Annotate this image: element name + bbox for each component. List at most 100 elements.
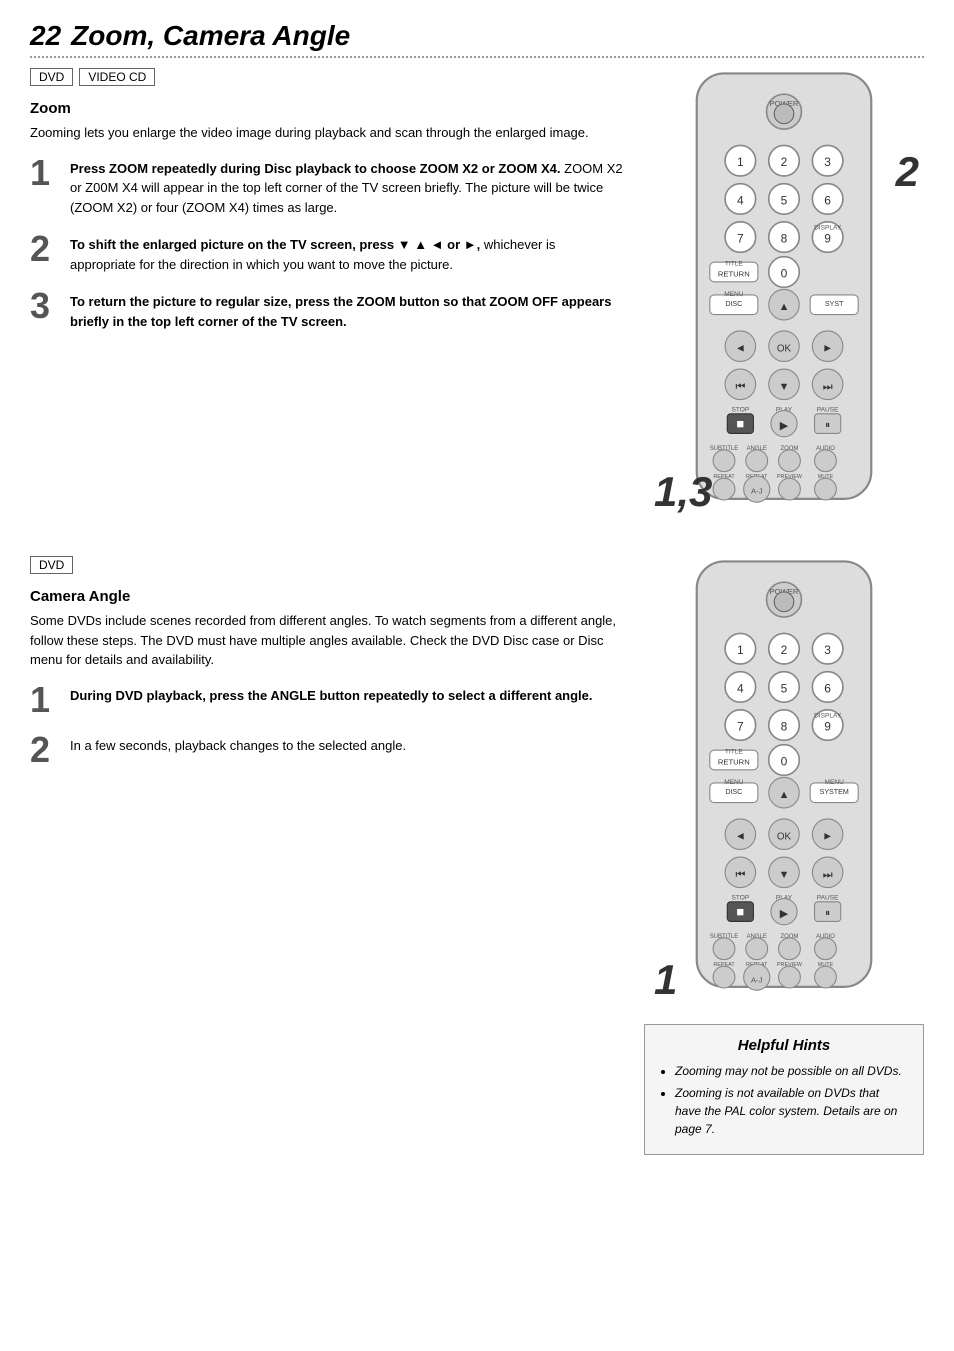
camera-title: Camera Angle [30, 588, 624, 605]
hint-item-1: Zooming may not be possible on all DVDs. [675, 1062, 907, 1080]
svg-text:5: 5 [781, 682, 788, 696]
svg-text:6: 6 [824, 682, 831, 696]
page-title: Zoom, Camera Angle [71, 20, 350, 52]
svg-text:■: ■ [736, 904, 744, 919]
camera-step-text-2: In a few seconds, playback changes to th… [70, 732, 406, 756]
svg-text:OK: OK [777, 344, 792, 355]
step-text-3: To return the picture to regular size, p… [70, 288, 624, 331]
svg-text:RETURN: RETURN [718, 269, 750, 278]
helpful-hints-title: Helpful Hints [661, 1037, 907, 1054]
zoom-remote-svg: POWER 1 2 3 4 5 6 7 8 [664, 68, 904, 526]
camera-step-num-1: 1 [30, 682, 60, 718]
svg-text:MENU: MENU [724, 291, 744, 298]
step-num-2: 2 [30, 231, 60, 267]
svg-text:►: ► [822, 831, 833, 843]
svg-text:⏸: ⏸ [825, 908, 830, 919]
svg-text:1: 1 [737, 643, 744, 657]
camera-description: Some DVDs include scenes recorded from d… [30, 611, 624, 670]
zoom-step-3: 3 To return the picture to regular size,… [30, 288, 624, 331]
svg-text:⏮: ⏮ [735, 869, 745, 881]
camera-remote-container: POWER 1 2 3 4 5 6 7 8 9 DISPLA [644, 556, 924, 1014]
svg-text:1: 1 [737, 155, 744, 169]
svg-text:MENU: MENU [825, 779, 845, 786]
svg-text:▲: ▲ [779, 301, 790, 313]
svg-text:3: 3 [824, 643, 831, 657]
svg-text:4: 4 [737, 682, 744, 696]
svg-text:⏮: ⏮ [735, 381, 745, 393]
zoom-content-left: DVD VIDEO CD Zoom Zooming lets you enlar… [30, 68, 624, 526]
svg-text:2: 2 [781, 643, 788, 657]
svg-text:DISPLAY: DISPLAY [814, 224, 842, 231]
svg-text:PAUSE: PAUSE [817, 407, 839, 414]
svg-text:TITLE: TITLE [725, 749, 743, 756]
page-number: 22 [30, 20, 61, 52]
svg-text:0: 0 [781, 266, 788, 280]
svg-text:⏭: ⏭ [823, 381, 833, 393]
camera-remote-right: POWER 1 2 3 4 5 6 7 8 9 DISPLA [644, 556, 924, 1155]
svg-text:DISPLAY: DISPLAY [814, 713, 842, 720]
camera-steps: 1 During DVD playback, press the ANGLE b… [30, 682, 624, 768]
svg-text:4: 4 [737, 193, 744, 207]
camera-content-left: DVD Camera Angle Some DVDs include scene… [30, 556, 624, 1155]
svg-text:6: 6 [824, 193, 831, 207]
svg-text:▼: ▼ [779, 869, 790, 881]
svg-text:▶: ▶ [780, 908, 789, 920]
zoom-remote-container: POWER 1 2 3 4 5 6 7 8 [644, 68, 924, 526]
zoom-description: Zooming lets you enlarge the video image… [30, 123, 624, 143]
svg-text:PAUSE: PAUSE [817, 895, 839, 902]
zoom-badges: DVD VIDEO CD [30, 68, 624, 86]
camera-step-2: 2 In a few seconds, playback changes to … [30, 732, 624, 768]
camera-badges: DVD [30, 556, 624, 574]
svg-text:⏸: ⏸ [825, 420, 830, 431]
svg-text:5: 5 [781, 193, 788, 207]
svg-text:RETURN: RETURN [718, 758, 750, 767]
svg-text:■: ■ [736, 416, 744, 431]
step-num-1: 1 [30, 155, 60, 191]
svg-text:▼: ▼ [779, 381, 790, 393]
helpful-hints-list: Zooming may not be possible on all DVDs.… [661, 1062, 907, 1138]
svg-text:3: 3 [824, 155, 831, 169]
page-header: 22 Zoom, Camera Angle [30, 20, 924, 52]
svg-text:7: 7 [737, 720, 744, 734]
zoom-step-indicator: 1,3 [654, 468, 712, 516]
svg-text:2: 2 [781, 155, 788, 169]
camera-step-1: 1 During DVD playback, press the ANGLE b… [30, 682, 624, 718]
zoom-title: Zoom [30, 100, 624, 117]
svg-text:8: 8 [781, 720, 788, 734]
dvd-badge: DVD [30, 68, 73, 86]
svg-text:▶: ▶ [780, 420, 789, 432]
svg-text:7: 7 [737, 232, 744, 246]
svg-text:9: 9 [824, 720, 831, 734]
zoom-section: DVD VIDEO CD Zoom Zooming lets you enlar… [30, 68, 924, 526]
zoom-step-1: 1 Press ZOOM repeatedly during Disc play… [30, 155, 624, 218]
svg-text:DISC: DISC [725, 300, 742, 308]
svg-text:STOP: STOP [732, 407, 750, 414]
svg-text:0: 0 [781, 755, 788, 769]
svg-text:TITLE: TITLE [725, 260, 743, 267]
svg-text:SYST: SYST [825, 300, 844, 308]
svg-text:A-J: A-J [751, 976, 763, 985]
svg-text:▲: ▲ [779, 789, 790, 801]
svg-text:⏭: ⏭ [823, 869, 833, 881]
svg-text:STOP: STOP [732, 895, 750, 902]
camera-step-indicator: 1 [654, 956, 677, 1004]
svg-text:DISC: DISC [725, 788, 742, 796]
svg-text:A-J: A-J [751, 486, 763, 495]
zoom-steps: 1 Press ZOOM repeatedly during Disc play… [30, 155, 624, 332]
svg-text:◄: ◄ [735, 831, 746, 843]
svg-text:MENU: MENU [724, 779, 744, 786]
svg-text:◄: ◄ [735, 343, 746, 355]
camera-step-text-1: During DVD playback, press the ANGLE but… [70, 682, 593, 706]
svg-text:SYSTEM: SYSTEM [820, 788, 849, 796]
dvd-badge-2: DVD [30, 556, 73, 574]
zoom-remote-right: POWER 1 2 3 4 5 6 7 8 [644, 68, 924, 526]
camera-section: DVD Camera Angle Some DVDs include scene… [30, 556, 924, 1155]
svg-text:8: 8 [781, 232, 788, 246]
svg-text:►: ► [822, 343, 833, 355]
svg-text:9: 9 [824, 232, 831, 246]
camera-step-num-2: 2 [30, 732, 60, 768]
video-cd-badge: VIDEO CD [79, 68, 155, 86]
camera-remote-svg: POWER 1 2 3 4 5 6 7 8 9 DISPLA [664, 556, 904, 1014]
helpful-hints-box: Helpful Hints Zooming may not be possibl… [644, 1024, 924, 1155]
zoom-step-2: 2 To shift the enlarged picture on the T… [30, 231, 624, 274]
